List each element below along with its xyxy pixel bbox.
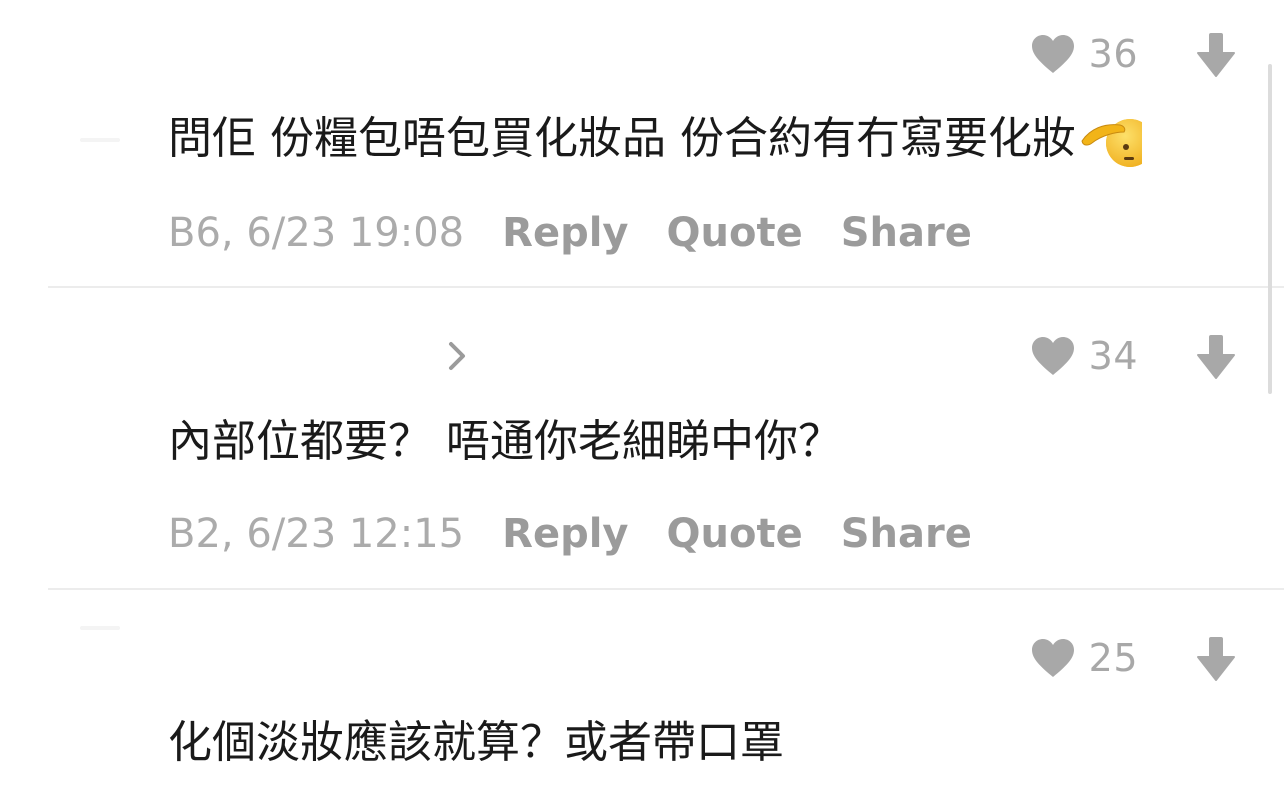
comment-body: 內部位都要？ 唔通你老細睇中你？ <box>168 405 842 469</box>
timestamp: B2, 6/23 12:15 <box>168 511 465 557</box>
arrow-down-icon[interactable] <box>1196 334 1236 380</box>
heart-icon <box>1031 35 1074 73</box>
comment-body: 化個淡妝應該就算？或者帶口罩 <box>168 706 784 770</box>
like-button[interactable]: 34 <box>1031 332 1138 380</box>
scrollbar[interactable] <box>1268 64 1272 394</box>
arrow-down-icon[interactable] <box>1196 32 1236 78</box>
comment-meta: B2, 6/23 12:15 Reply Quote Share <box>168 511 1010 557</box>
comment: 34 內部位都要？ 唔通你老細睇中你？ B2, 6/23 12:15 Reply… <box>0 289 1284 589</box>
reply-button[interactable]: Reply <box>502 511 628 557</box>
comment-text: 內部位都要？ 唔通你老細睇中你？ <box>168 416 842 467</box>
divider <box>48 286 1284 288</box>
comment-meta: B6, 6/23 19:08 Reply Quote Share <box>168 210 1010 256</box>
comment-text: 問佢 份糧包唔包買化妝品 份合約有冇寫要化妝 <box>168 113 1076 164</box>
saluting-face-emoji <box>1080 113 1142 169</box>
timestamp: B6, 6/23 19:08 <box>168 210 465 256</box>
comment-text: 化個淡妝應該就算？或者帶口罩 <box>168 717 784 768</box>
chevron-right-icon[interactable] <box>444 339 470 373</box>
share-button[interactable]: Share <box>841 210 972 256</box>
heart-icon <box>1031 639 1074 677</box>
like-button[interactable]: 25 <box>1031 634 1138 682</box>
comment-thread: 36 問佢 份糧包唔包買化妝品 份合約有冇寫要化妝 B6, 6/23 19:08… <box>0 0 1284 792</box>
quote-button[interactable]: Quote <box>667 511 803 557</box>
share-button[interactable]: Share <box>841 511 972 557</box>
like-count: 36 <box>1088 32 1138 76</box>
reply-button[interactable]: Reply <box>502 210 628 256</box>
quote-button[interactable]: Quote <box>667 210 803 256</box>
arrow-down-icon[interactable] <box>1196 636 1236 682</box>
comment: 36 問佢 份糧包唔包買化妝品 份合約有冇寫要化妝 B6, 6/23 19:08… <box>0 0 1284 288</box>
comment: 25 化個淡妝應該就算？或者帶口罩 <box>0 590 1284 792</box>
like-button[interactable]: 36 <box>1031 30 1138 78</box>
like-count: 34 <box>1088 334 1138 378</box>
heart-icon <box>1031 337 1074 375</box>
comment-body: 問佢 份糧包唔包買化妝品 份合約有冇寫要化妝 <box>168 102 1142 169</box>
username-placeholder <box>80 626 120 630</box>
username-placeholder <box>80 138 120 142</box>
like-count: 25 <box>1088 636 1138 680</box>
